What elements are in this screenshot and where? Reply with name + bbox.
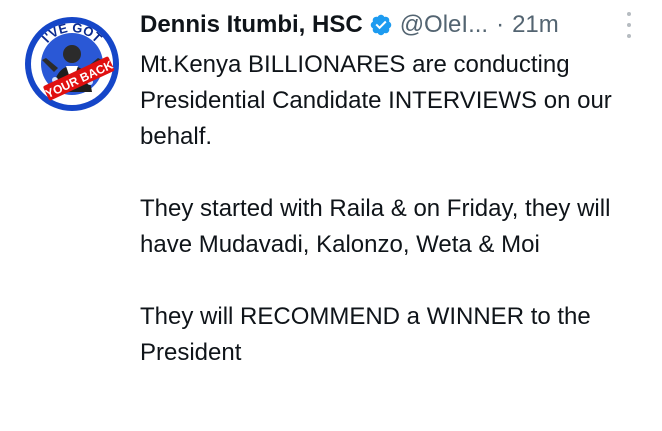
avatar[interactable]: I'VE GOT YOUR BACK (22, 14, 122, 114)
tweet-paragraph: They started with Raila & on Friday, the… (140, 195, 611, 258)
tweet-paragraph: They will RECOMMEND a WINNER to the Pres… (140, 303, 591, 366)
tweet-timestamp[interactable]: 21m (512, 10, 559, 40)
more-options-icon[interactable] (624, 12, 634, 38)
tweet-paragraph: Mt.Kenya BILLIONARES are conducting Pres… (140, 51, 612, 150)
tweet-text: Mt.Kenya BILLIONARES are conducting Pres… (140, 47, 640, 371)
tweet-content: Dennis Itumbi, HSC @OleI... · 21m Mt.Ken… (140, 10, 640, 371)
tweet-header: Dennis Itumbi, HSC @OleI... · 21m (140, 10, 640, 40)
avatar-image: I'VE GOT YOUR BACK (22, 14, 122, 114)
author-handle[interactable]: @OleI... (400, 10, 488, 40)
tweet[interactable]: I'VE GOT YOUR BACK Dennis Itumbi, HSC @O… (0, 0, 662, 431)
verified-badge-icon (369, 13, 393, 37)
separator-dot: · (496, 11, 505, 38)
author-name[interactable]: Dennis Itumbi, HSC (140, 10, 363, 40)
